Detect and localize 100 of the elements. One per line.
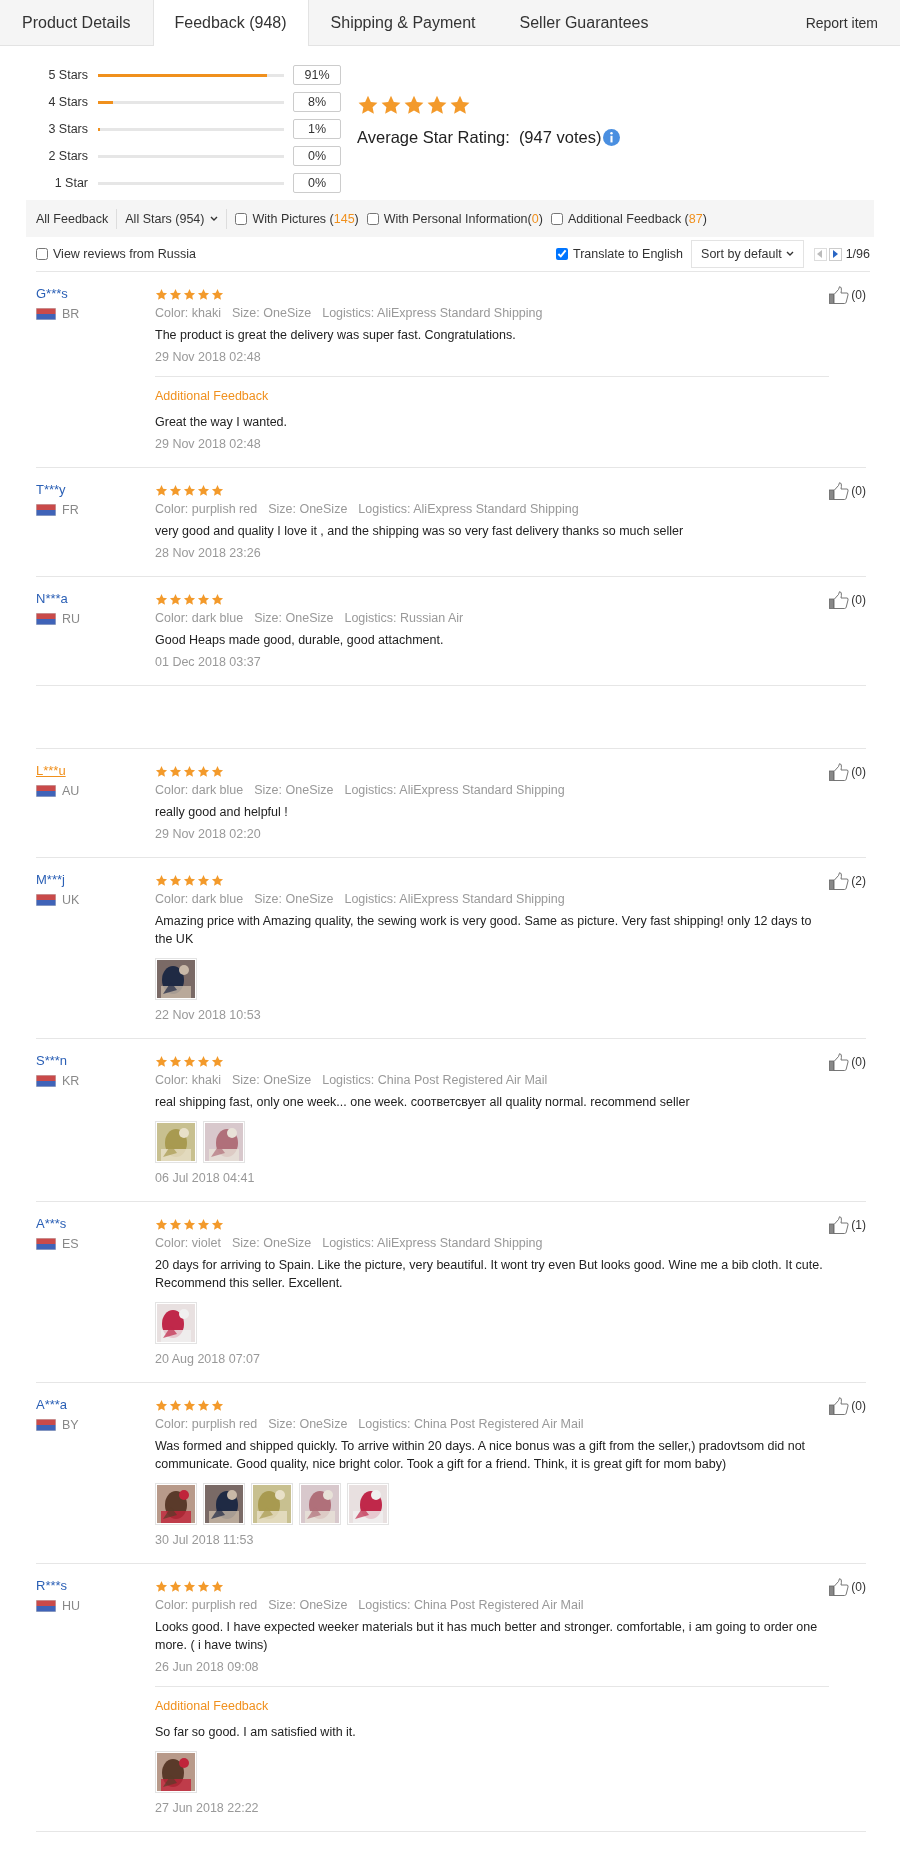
caret-icon [210,215,219,222]
stars-dropdown[interactable]: All Stars (954) [125,211,219,226]
star-icon [211,873,224,887]
page-indicator: 1/96 [845,247,870,261]
reviewer-name[interactable]: S***n [36,1053,68,1068]
reviewer-name[interactable]: A***s [36,1216,67,1231]
country-code: RU [62,612,81,626]
star-icon [183,592,196,606]
logistics-attribute: Logistics: AliExpress Standard Shipping [322,1235,543,1252]
size-attribute: Size: OneSize [254,610,334,627]
like-button[interactable]: (0) [829,286,866,455]
filter-label[interactable]: Additional Feedback (87) [567,211,707,226]
report-item-link[interactable]: Report item [805,14,900,31]
filter-label[interactable]: With Personal Information(0) [383,211,543,226]
flag-icon [36,308,56,320]
star-icon [197,1217,210,1231]
like-button[interactable]: (0) [829,763,866,845]
tab[interactable]: Product Details [0,0,153,45]
percent-value: 8% [293,92,341,112]
star-icon [197,1054,210,1068]
votes-count: (947 votes) [518,128,602,147]
star-icon [169,873,182,887]
review-text: real shipping fast, only one week... one week. соответсвует all quality normal. recommend seller [155,1094,691,1111]
like-button[interactable]: (0) [829,1053,866,1189]
flag-icon [36,1600,56,1612]
tab[interactable]: Feedback (948) [152,0,309,46]
star-level-label: 3 Stars [47,122,88,136]
star-icon [155,1579,168,1593]
star-icon [155,1217,168,1231]
thumbs-up-icon [829,482,850,500]
logistics-attribute: Logistics: AliExpress Standard Shipping [358,501,579,518]
star-icon [155,1054,168,1068]
thumbs-up-icon [829,1053,850,1071]
checkbox[interactable] [366,212,379,225]
size-attribute: Size: OneSize [268,1597,348,1614]
star-icon [211,764,224,778]
filter-label[interactable]: With Pictures (145) [252,211,359,226]
color-attribute: Color: dark blue [155,782,244,799]
star-icon [183,287,196,301]
checkbox-label[interactable]: Translate to English [573,247,684,261]
country-code: ES [62,1237,79,1251]
next-page-button[interactable] [828,247,842,261]
review-text: 20 days for arriving to Spain. Like the picture, very beautiful. It wont try even But looks good. Wine me a bib cloth. It cute. Recommend this seller. Excellent. [155,1257,824,1292]
checkbox[interactable] [235,212,248,225]
caret-icon [785,251,794,257]
reviewer-name[interactable]: N***a [36,591,68,606]
star-level-label: 4 Stars [47,95,88,109]
left-triangle-icon [817,250,824,258]
flag-icon [36,1419,56,1431]
review-text: So far so good. I am satisfied with it. [155,1724,357,1741]
checkbox[interactable] [36,248,48,260]
star-icon [169,764,182,778]
star-level-label: 1 Star [53,176,88,190]
star-icon [211,483,224,497]
size-attribute: Size: OneSize [268,1416,348,1433]
color-attribute: Color: khaki [155,1072,221,1089]
color-attribute: Color: dark blue [155,891,244,908]
star-icon [197,1398,210,1412]
logistics-attribute: Logistics: AliExpress Standard Shipping [344,891,565,908]
star-icon [169,483,182,497]
reviewer-name[interactable]: R***s [36,1578,68,1593]
reviewer-name[interactable]: M***j [36,872,65,887]
like-button[interactable]: (0) [829,482,866,564]
like-button[interactable]: (0) [829,1397,866,1551]
tab[interactable]: Seller Guarantees [497,0,671,45]
country-code: HU [62,1599,81,1613]
logistics-attribute: Logistics: China Post Registered Air Mail [358,1597,584,1614]
star-icon [380,94,402,116]
like-button[interactable]: (1) [829,1216,866,1370]
checkbox[interactable] [550,212,563,225]
review-date: 20 Aug 2018 07:07 [155,1351,261,1368]
all-feedback-filter[interactable]: All Feedback [36,211,109,226]
star-icon [183,1398,196,1412]
tab[interactable]: Shipping & Payment [308,0,498,45]
star-icon [197,873,210,887]
checkbox-label[interactable]: View reviews from Russia [53,247,196,261]
flag-icon [36,785,56,797]
reviewer-name[interactable]: T***y [36,482,66,497]
like-button[interactable]: (0) [829,591,866,673]
star-icon [449,94,471,116]
like-button[interactable]: (2) [829,872,866,1026]
logistics-attribute: Logistics: AliExpress Standard Shipping [344,782,565,799]
like-button[interactable]: (0) [829,1578,866,1819]
checkbox[interactable] [556,248,569,260]
star-icon [426,94,448,116]
sort-dropdown[interactable]: Sort by default [691,240,804,268]
reviewer-name[interactable]: G***s [36,286,68,301]
average-rating-label: Average Star Rating: [357,128,510,147]
percent-value: 0% [293,146,341,166]
additional-feedback-label: Additional Feedback [155,388,270,405]
star-icon [183,873,196,887]
logistics-attribute: Logistics: AliExpress Standard Shipping [322,305,543,322]
info-icon [603,129,621,146]
star-icon [197,592,210,606]
review-date: 29 Nov 2018 02:48 [155,436,262,453]
reviewer-name[interactable]: A***a [36,1397,68,1412]
star-icon [211,1217,224,1231]
country-code: AU [62,784,80,798]
thumbs-up-icon [829,1578,850,1596]
review-date: 30 Jul 2018 11:53 [155,1532,255,1549]
